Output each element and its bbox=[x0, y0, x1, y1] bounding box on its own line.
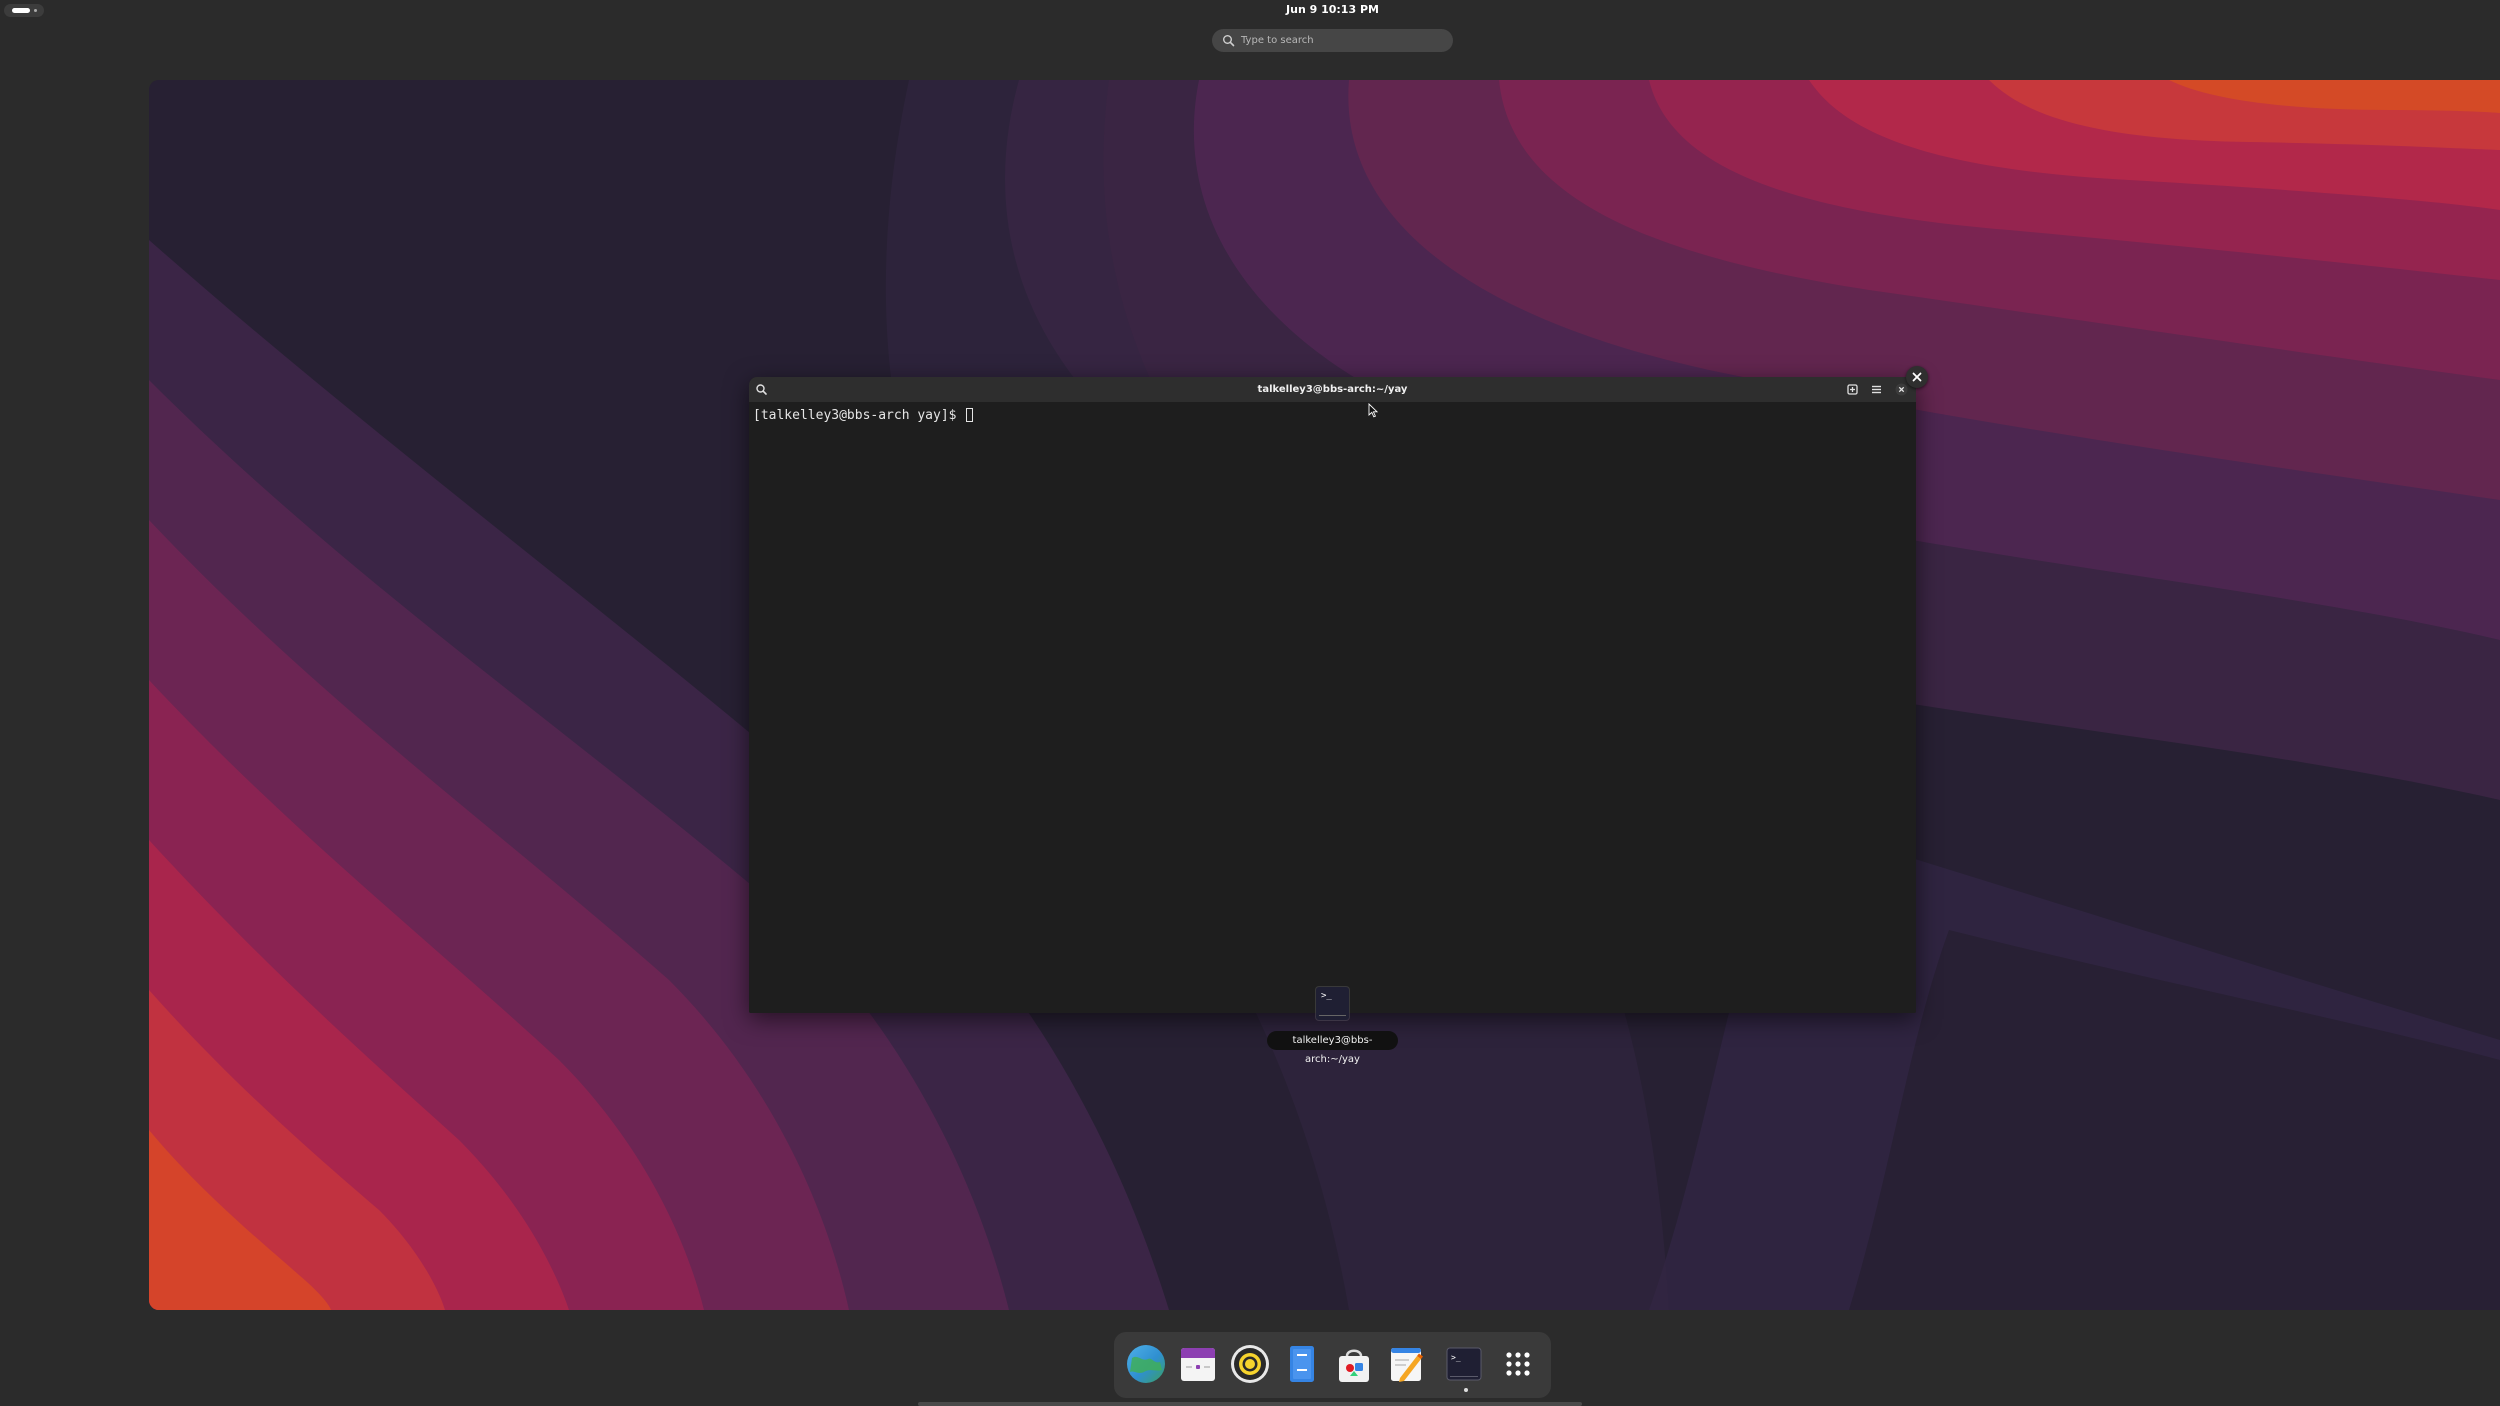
prompt-text: [talkelley3@bbs-arch yay]$ bbox=[753, 408, 965, 423]
shell-prompt: [talkelley3@bbs-arch yay]$ bbox=[753, 408, 974, 424]
window-caption: talkelley3@bbs-arch:~/yay bbox=[1267, 1031, 1398, 1065]
terminal-glyph: >_ bbox=[1321, 991, 1332, 1001]
terminal-output[interactable]: [talkelley3@bbs-arch yay]$ bbox=[749, 402, 1916, 1013]
document-icon[interactable] bbox=[1280, 1342, 1324, 1386]
running-indicator bbox=[1464, 1388, 1468, 1392]
terminal-app-icon: >_ bbox=[1316, 987, 1349, 1020]
workspace-active-dot bbox=[12, 8, 30, 13]
music-player-icon[interactable] bbox=[1228, 1342, 1272, 1386]
workspace-inactive-dot bbox=[34, 9, 37, 12]
overview-search-input[interactable]: Type to search bbox=[1212, 29, 1453, 52]
terminal-icon-bar bbox=[1319, 1015, 1346, 1016]
globe-icon[interactable] bbox=[1124, 1342, 1168, 1386]
close-icon[interactable] bbox=[1894, 382, 1909, 397]
calendar-icon[interactable] bbox=[1176, 1342, 1220, 1386]
close-window-icon[interactable] bbox=[1906, 366, 1928, 388]
hamburger-menu-icon[interactable] bbox=[1869, 382, 1884, 397]
workspace-scroll-indicator bbox=[918, 1402, 1582, 1406]
clock[interactable]: Jun 9 10:13 PM bbox=[1250, 1, 1415, 19]
terminal-dock-glyph: >_ bbox=[1451, 1353, 1461, 1362]
terminal-headerbar[interactable]: talkelley3@bbs-arch:~/yay bbox=[749, 377, 1916, 402]
text-cursor bbox=[966, 408, 974, 422]
terminal-window[interactable]: talkelley3@bbs-arch:~/yay [talkelley3@bb… bbox=[749, 377, 1916, 1013]
mouse-pointer-icon bbox=[1368, 403, 1378, 418]
app-grid-icon[interactable] bbox=[1496, 1342, 1540, 1386]
shopping-bag-icon[interactable] bbox=[1332, 1342, 1376, 1386]
activities-indicator[interactable] bbox=[4, 4, 44, 17]
dash-dock: >_ bbox=[1114, 1332, 1551, 1398]
gnome-overview: Jun 9 10:13 PM Type to search talkelley3… bbox=[0, 0, 2500, 1406]
search-icon bbox=[1223, 35, 1235, 47]
window-title: talkelley3@bbs-arch:~/yay bbox=[1257, 384, 1408, 395]
pencil-notepad-icon[interactable] bbox=[1384, 1342, 1428, 1386]
new-tab-icon[interactable] bbox=[1845, 382, 1860, 397]
search-placeholder: Type to search bbox=[1241, 35, 1314, 46]
terminal-icon[interactable]: >_ bbox=[1442, 1342, 1486, 1386]
